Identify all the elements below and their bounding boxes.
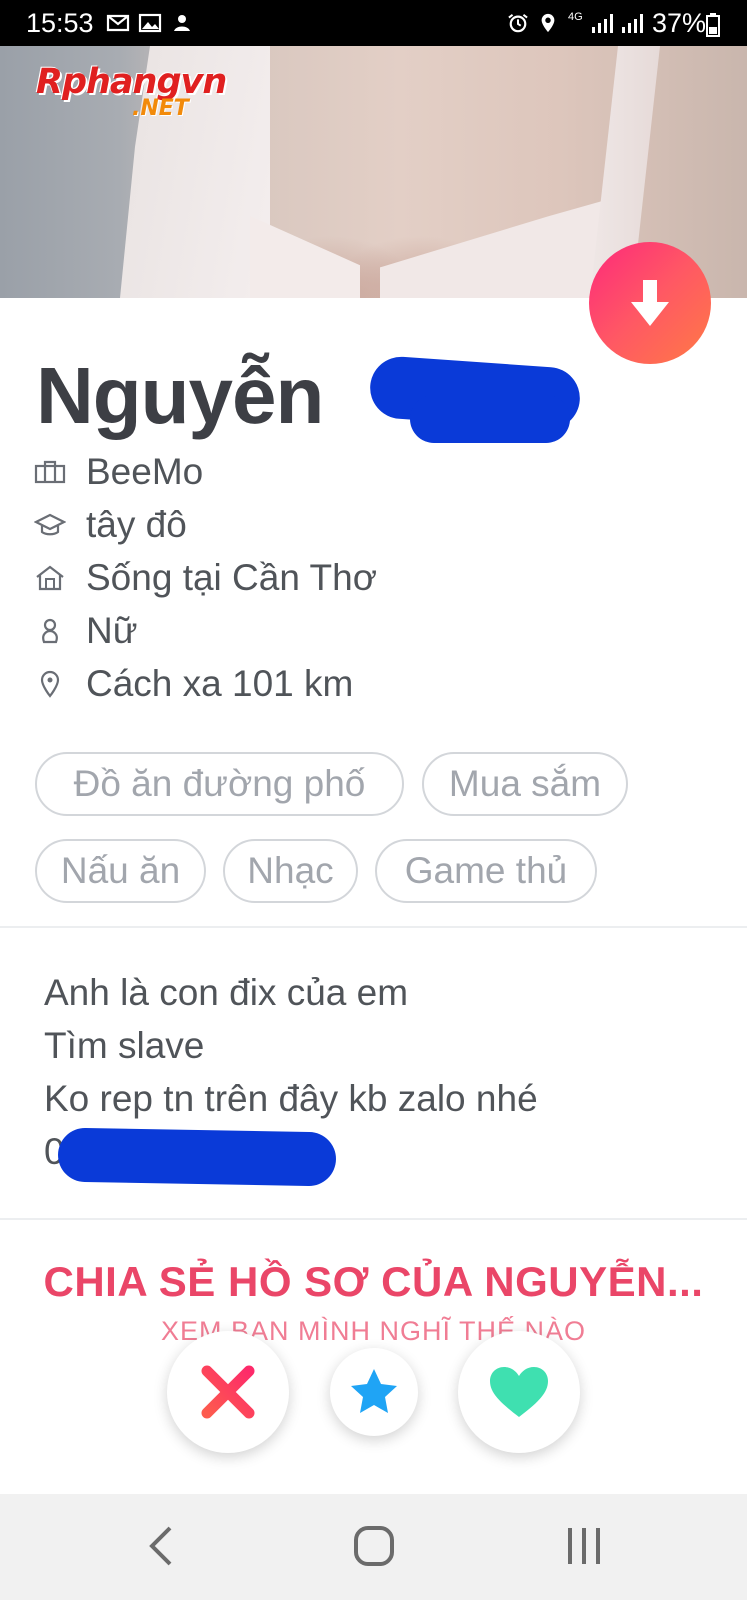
share-profile-subtitle[interactable]: XEM BẠN MÌNH NGHĨ THẾ NÀO <box>0 1316 747 1347</box>
divider <box>0 1218 747 1220</box>
signal-icon <box>592 14 613 33</box>
share-profile-link[interactable]: CHIA SẺ HỒ SƠ CỦA NGUYỄN... <box>0 1258 747 1306</box>
location-pin-icon <box>40 670 60 698</box>
detail-text: Cách xa 101 km <box>86 663 354 704</box>
detail-row-home: Sống tại Cần Thơ <box>34 557 377 598</box>
home-nav-icon[interactable] <box>352 1524 396 1568</box>
graduation-cap-icon <box>34 513 66 536</box>
detail-text: tây đô <box>86 504 187 545</box>
location-icon <box>541 13 555 33</box>
status-bar: 15:53 4G 37% <box>0 0 747 46</box>
system-nav-bar <box>0 1494 747 1600</box>
divider <box>0 926 747 928</box>
nope-button[interactable] <box>167 1331 289 1453</box>
home-icon <box>36 565 64 591</box>
heart-icon <box>490 1367 548 1417</box>
detail-row-job: BeeMo <box>34 451 204 492</box>
detail-row-gender: Nữ <box>34 610 138 651</box>
briefcase-icon <box>34 460 66 484</box>
photo-region <box>380 196 620 298</box>
photo-region <box>250 216 360 298</box>
app-icon <box>174 15 190 31</box>
censor-scribble <box>57 1127 337 1187</box>
person-icon <box>42 618 58 644</box>
bio-line: Tìm slave <box>44 1025 205 1066</box>
status-time: 15:53 <box>26 8 94 38</box>
signal-icon <box>622 14 643 33</box>
detail-text: Nữ <box>86 610 138 651</box>
interest-chip: Nhạc <box>223 839 358 903</box>
gmail-icon <box>106 14 130 32</box>
detail-row-distance: Cách xa 101 km <box>34 663 354 704</box>
star-icon <box>351 1369 397 1413</box>
detail-text: BeeMo <box>86 451 204 492</box>
detail-text: Sống tại Cần Thơ <box>86 557 377 598</box>
close-icon <box>201 1365 255 1419</box>
battery-percent: 37% <box>652 8 707 38</box>
like-button[interactable] <box>458 1331 580 1453</box>
collapse-profile-button[interactable] <box>589 242 711 364</box>
alarm-icon <box>508 14 528 33</box>
recents-icon[interactable] <box>564 1524 604 1568</box>
profile-name: Nguyễn <box>36 351 324 440</box>
interest-chip: Mua sắm <box>422 752 628 816</box>
super-like-button[interactable] <box>330 1348 418 1436</box>
bio-line: Anh là con đix của em <box>44 972 409 1013</box>
detail-row-school: tây đô <box>34 504 187 545</box>
interest-chip: Nấu ăn <box>35 839 206 903</box>
battery-icon <box>706 13 720 37</box>
network-4g-icon: 4G <box>568 11 583 23</box>
interest-chip: Đồ ăn đường phố <box>35 752 404 816</box>
back-icon[interactable] <box>146 1524 176 1568</box>
watermark-logo: Rphangvn .NET <box>36 62 227 121</box>
censor-scribble <box>410 395 570 443</box>
interest-chip: Game thủ <box>375 839 597 903</box>
bio-line: Ko rep tn trên đây kb zalo nhé <box>44 1078 538 1119</box>
arrow-down-icon <box>631 280 669 326</box>
gallery-icon <box>138 13 162 33</box>
